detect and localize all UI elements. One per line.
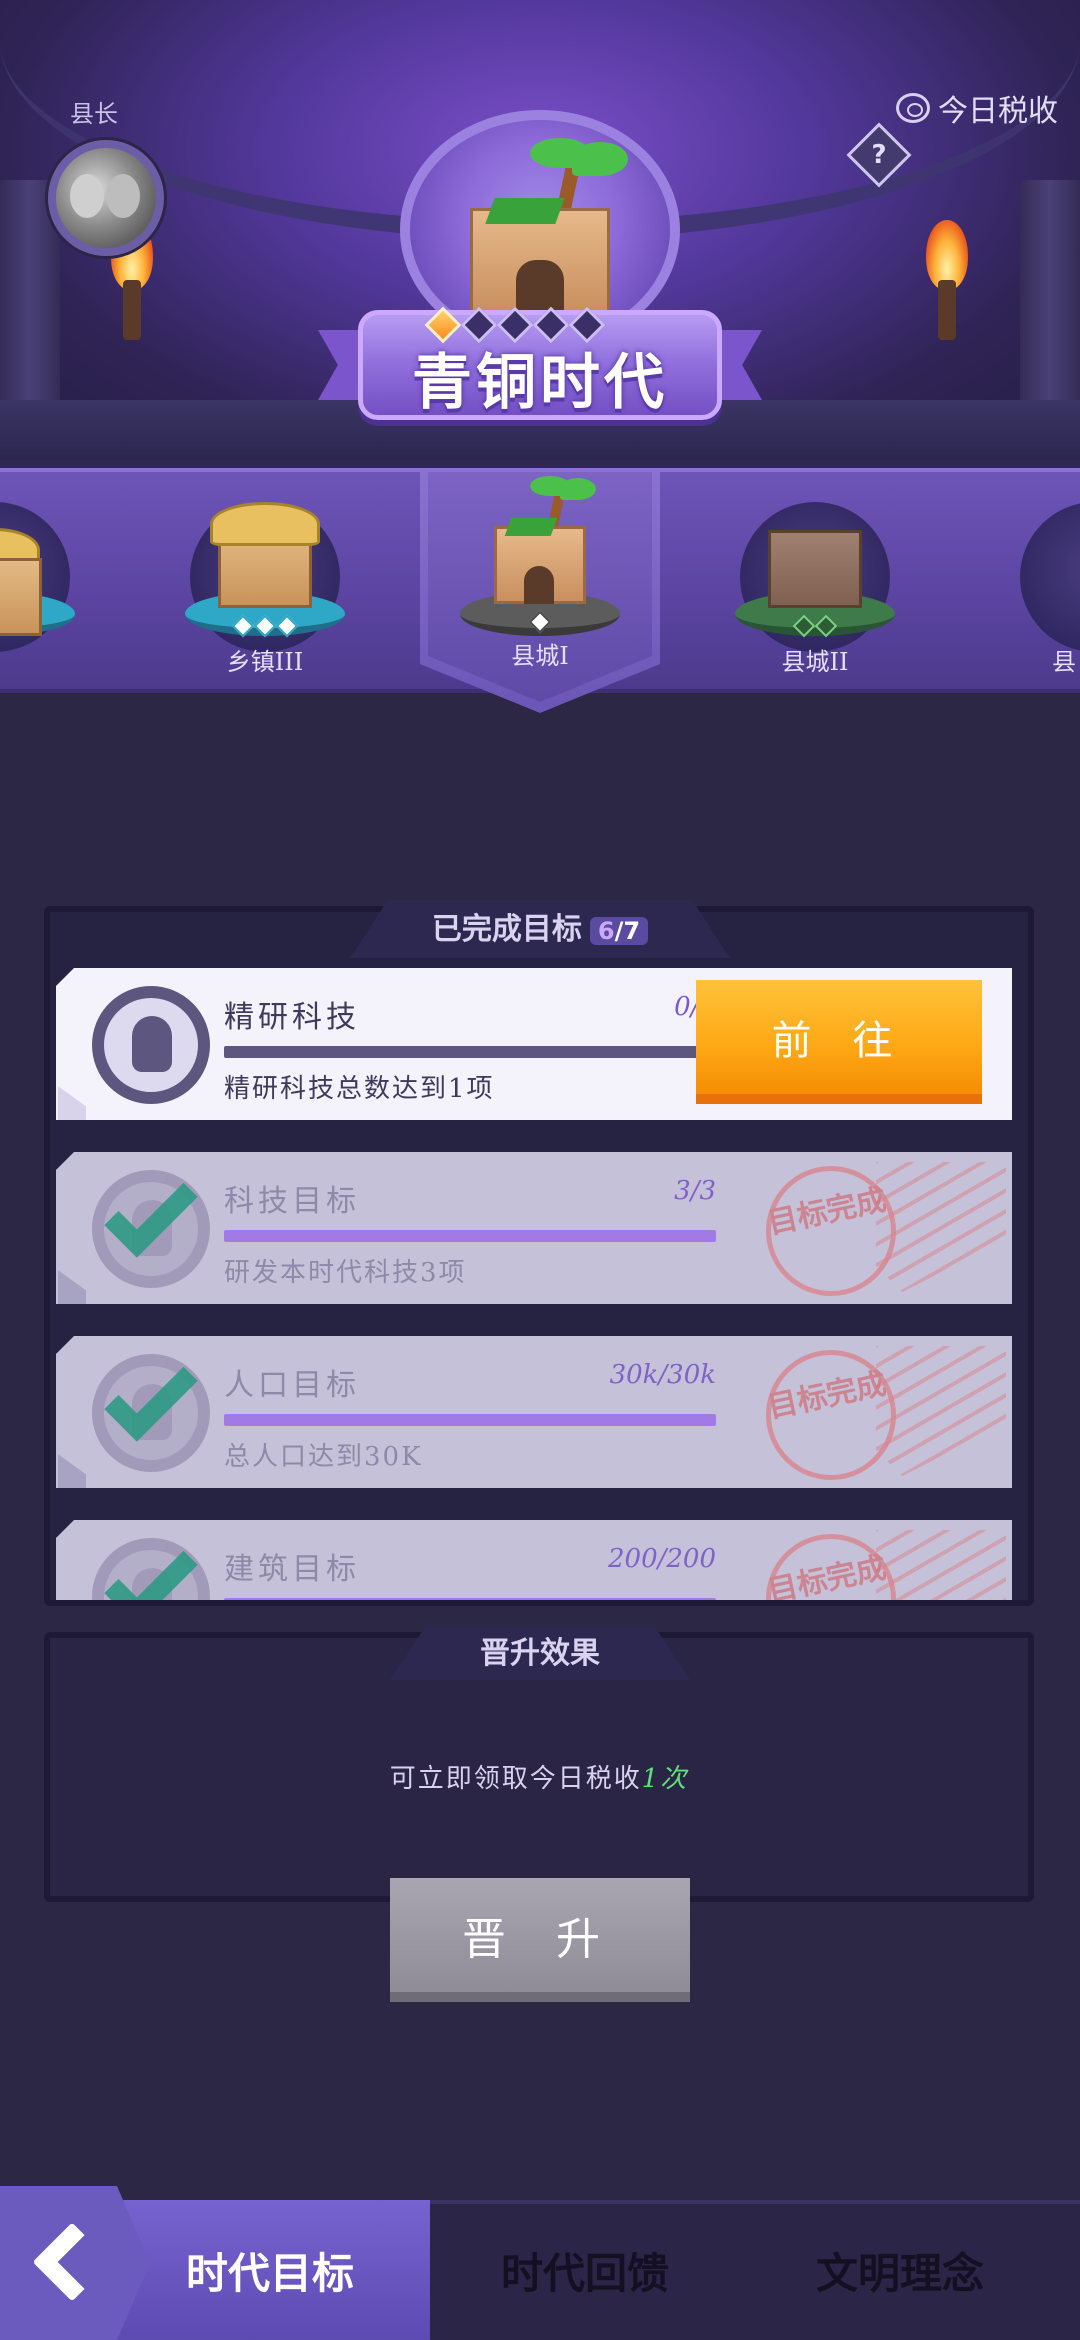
- level-diamond-icon: [424, 306, 462, 344]
- question-icon: ?: [871, 140, 887, 170]
- goal-description: 研发本时代科技3项: [224, 1258, 467, 1288]
- goals-completed: 6: [597, 917, 615, 945]
- goal-progress: 30k/30k: [609, 1360, 716, 1390]
- goals-total: 7: [623, 917, 641, 945]
- era-carousel[interactable]: II 乡镇III: [0, 468, 1080, 713]
- goal-name: 精研科技: [224, 1000, 360, 1035]
- goal-item-building: 建筑目标 200/200 目标完成: [56, 1520, 1012, 1600]
- era-level-dots: [160, 614, 370, 638]
- effect-title: 晋升效果: [480, 1636, 600, 1671]
- era-header: 县长 今日税收 ? 青铜时代: [0, 0, 1080, 460]
- era-item[interactable]: II: [0, 472, 100, 697]
- era-title: 青铜时代: [412, 348, 668, 418]
- goals-list[interactable]: 精研科技 0/1 精研科技总数达到1项 前 往 科技目标 3/3 研发本时代科技…: [44, 960, 1034, 1600]
- fortress-icon: [768, 530, 862, 608]
- era-level-dots: [710, 614, 920, 638]
- today-tax-label: 今日税收: [938, 94, 1058, 129]
- era-item-label: 县城I: [511, 642, 569, 670]
- coin-bag-icon: [896, 93, 930, 123]
- goal-item-tech: 科技目标 3/3 研发本时代科技3项 目标完成: [56, 1152, 1012, 1312]
- castle-icon: [480, 476, 600, 612]
- chevron-left-icon: [32, 2222, 112, 2302]
- goal-progress: 200/200: [607, 1544, 716, 1574]
- era-level-dots: [420, 610, 660, 634]
- avatar[interactable]: [48, 140, 164, 256]
- level-diamond-icon: [496, 306, 534, 344]
- effect-description: 可立即领取今日税收1次: [44, 1758, 1034, 1795]
- goal-description: 精研科技总数达到1项: [224, 1074, 495, 1104]
- tab-civilization-ideas[interactable]: 文明理念: [740, 2200, 1060, 2340]
- mayor-label: 县长: [70, 100, 118, 128]
- goal-name: 科技目标: [224, 1184, 360, 1219]
- era-item[interactable]: 县: [990, 472, 1080, 697]
- level-diamond-icon: [568, 306, 606, 344]
- goals-title: 已完成目标 6/7: [350, 904, 730, 948]
- era-item-label: 县城II: [781, 648, 849, 676]
- goals-count-badge: 6/7: [589, 917, 649, 945]
- tab-era-goals[interactable]: 时代目标: [110, 2200, 430, 2340]
- go-button[interactable]: 前 往: [696, 980, 982, 1104]
- promote-button[interactable]: 晋 升: [390, 1878, 690, 2002]
- avatar-face: [70, 174, 104, 218]
- level-diamond-icon: [460, 306, 498, 344]
- goal-progress-bar: [224, 1414, 716, 1426]
- goal-progress-bar: [224, 1230, 716, 1242]
- era-item[interactable]: 县城II: [710, 472, 920, 697]
- tab-era-rewards[interactable]: 时代回馈: [440, 2200, 730, 2340]
- era-item-label: 县: [1052, 648, 1076, 676]
- era-item-selected[interactable]: 县城I: [420, 468, 660, 713]
- effect-text-highlight: 1次: [641, 1764, 689, 1794]
- castle-icon: [450, 138, 630, 320]
- avatar-face: [106, 174, 140, 218]
- goal-progress: 3/3: [674, 1176, 716, 1206]
- era-item[interactable]: 乡镇III: [160, 472, 370, 697]
- game-screen: 县长 今日税收 ? 青铜时代 乡镇III 县城I 县城II 县 已完成目标 6/…: [0, 0, 1080, 2340]
- goals-title-text: 已完成目标: [431, 912, 582, 947]
- goal-item-tech-research: 精研科技 0/1 精研科技总数达到1项 前 往: [56, 968, 1012, 1128]
- goal-item-population: 人口目标 30k/30k 总人口达到30K 目标完成: [56, 1336, 1012, 1496]
- thatched-roof-icon: [210, 502, 320, 546]
- goal-progress-bar: [224, 1598, 716, 1600]
- era-item-label: II: [0, 642, 140, 670]
- goal-name: 建筑目标: [224, 1552, 360, 1587]
- right-pillar: [1020, 180, 1080, 410]
- goal-description: 总人口达到30K: [224, 1442, 423, 1472]
- torch-icon: [920, 220, 974, 340]
- level-diamond-icon: [532, 306, 570, 344]
- effect-text-prefix: 可立即领取今日税收: [389, 1764, 642, 1794]
- goal-name: 人口目标: [224, 1368, 360, 1403]
- alien-icon: [92, 986, 210, 1104]
- era-item-label: 乡镇III: [226, 648, 304, 676]
- goal-progress-bar: [224, 1046, 716, 1058]
- era-level-indicator: [424, 306, 606, 344]
- today-tax-button[interactable]: 今日税收: [896, 86, 1058, 130]
